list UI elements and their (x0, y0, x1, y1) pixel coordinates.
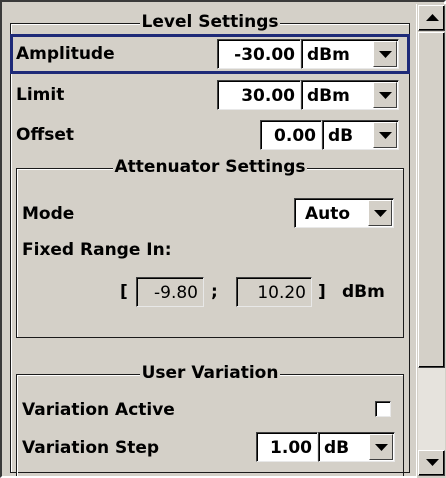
mode-select[interactable]: Auto (294, 198, 394, 228)
fixed-range-separator: ; (211, 282, 218, 302)
variation-step-unit-value: dB (324, 438, 350, 458)
variation-active-label: Variation Active (22, 400, 175, 420)
variation-active-checkbox[interactable] (375, 401, 391, 417)
scrollbar-track[interactable] (418, 368, 445, 450)
scroll-down-button[interactable] (418, 450, 445, 476)
fixed-range-max: 10.20 (236, 277, 312, 307)
chevron-down-icon[interactable] (373, 41, 397, 67)
fixed-range-open-bracket: [ (120, 282, 128, 302)
limit-unit-value: dBm (307, 86, 350, 106)
offset-unit-value: dB (328, 126, 354, 146)
offset-label: Offset (16, 125, 74, 145)
chevron-down-icon[interactable] (368, 200, 392, 226)
level-settings-title: Level Settings (139, 12, 281, 32)
variation-step-input[interactable]: 1.00 (256, 432, 318, 462)
fixed-range-label: Fixed Range In: (22, 240, 172, 260)
amplitude-unit-select[interactable]: dBm (301, 39, 399, 69)
scroll-up-button[interactable] (418, 5, 445, 31)
offset-input[interactable]: 0.00 (260, 120, 322, 150)
limit-label: Limit (16, 85, 65, 105)
arrow-up-icon (426, 14, 439, 21)
limit-input[interactable]: 30.00 (217, 80, 301, 110)
mode-label: Mode (22, 204, 75, 224)
vertical-scrollbar[interactable] (416, 4, 446, 478)
amplitude-input[interactable]: -30.00 (217, 39, 301, 69)
scrollbar-thumb[interactable] (418, 32, 445, 368)
variation-step-label: Variation Step (22, 438, 160, 458)
fixed-range-close-bracket: ] (318, 282, 326, 302)
amplitude-label: Amplitude (16, 44, 115, 64)
fixed-range-min: -9.80 (136, 277, 204, 307)
settings-content: Level Settings Amplitude -30.00 dBm Limi… (4, 4, 416, 476)
limit-unit-select[interactable]: dBm (301, 80, 399, 110)
fixed-range-unit: dBm (342, 282, 385, 302)
settings-panel: Level Settings Amplitude -30.00 dBm Limi… (0, 0, 446, 478)
chevron-down-icon[interactable] (373, 82, 397, 108)
chevron-down-icon[interactable] (373, 122, 397, 148)
variation-step-unit-select[interactable]: dB (318, 432, 395, 462)
amplitude-unit-value: dBm (307, 45, 350, 65)
arrow-down-icon (426, 459, 439, 466)
mode-value: Auto (305, 204, 351, 224)
chevron-down-icon[interactable] (369, 434, 393, 460)
offset-unit-select[interactable]: dB (322, 120, 399, 150)
